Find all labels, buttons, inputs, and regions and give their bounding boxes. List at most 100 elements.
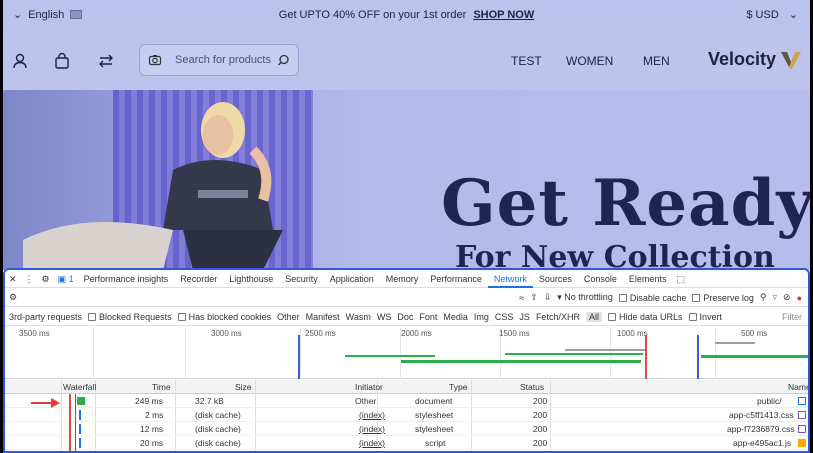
shopping-bag-icon[interactable] xyxy=(53,52,71,70)
filter-icon[interactable]: ▿ xyxy=(772,292,777,303)
table-row[interactable]: 249 ms 32.7 kB Other document 200 public… xyxy=(5,394,808,408)
cell-status: 200 xyxy=(533,438,548,448)
tab-console[interactable]: Console xyxy=(578,270,623,288)
type-filter-all[interactable]: All xyxy=(585,311,602,322)
header-time[interactable]: Time xyxy=(152,382,171,392)
camera-icon[interactable] xyxy=(148,53,162,67)
tab-elements[interactable]: Elements xyxy=(623,270,673,288)
third-party-checkbox[interactable]: 3rd-party requests xyxy=(9,312,82,322)
table-row[interactable]: 20 ms (disk cache) (index) script 200 ap… xyxy=(5,436,808,450)
cell-name[interactable]: app-c5ff1413.css xyxy=(729,410,794,420)
currency-selector[interactable]: $ USD ⌄ xyxy=(746,8,798,22)
annotation-arrow-icon xyxy=(31,398,60,408)
export-har-icon[interactable]: ⇧ xyxy=(530,292,538,303)
cell-type: stylesheet xyxy=(415,410,454,420)
type-filter-js[interactable]: JS xyxy=(519,312,530,322)
devtools-settings-icon[interactable]: ⚙ xyxy=(38,270,54,288)
hide-data-urls-checkbox[interactable]: Hide data URLs xyxy=(607,312,683,322)
cell-initiator[interactable]: (index) xyxy=(359,424,385,434)
type-filter-manifest[interactable]: Manifest xyxy=(306,312,340,322)
throttling-dropdown[interactable]: ▾ No throttling xyxy=(557,292,613,303)
tab-sources[interactable]: Sources xyxy=(533,270,578,288)
tab-performance[interactable]: Performance xyxy=(424,270,488,288)
devtools-close-icon[interactable]: ✕ xyxy=(5,270,21,288)
type-filter-font[interactable]: Font xyxy=(419,312,437,322)
cell-size: (disk cache) xyxy=(195,438,241,448)
tab-network[interactable]: Network xyxy=(487,270,533,288)
record-icon[interactable]: ● xyxy=(797,293,802,303)
table-row[interactable]: 2 ms (disk cache) (index) stylesheet 200… xyxy=(5,408,808,422)
type-filter-wasm[interactable]: Wasm xyxy=(346,312,371,322)
invert-checkbox[interactable]: Invert xyxy=(688,312,722,322)
search-icon[interactable] xyxy=(277,54,290,67)
search-icon[interactable]: ⚲ xyxy=(760,292,767,303)
preserve-log-checkbox[interactable]: Preserve log xyxy=(692,293,754,303)
nav-women[interactable]: WOMEN xyxy=(566,54,613,68)
devtools-panel: ✕ ⋮ ⚙ ▣ 1 Performance insights Recorder … xyxy=(3,268,810,453)
settings-gear-icon[interactable]: ⚙ xyxy=(9,292,17,303)
devtools-more-icon[interactable]: ⋮ xyxy=(21,270,38,288)
blocked-requests-checkbox[interactable]: Blocked Requests xyxy=(88,312,172,322)
header-type[interactable]: Type xyxy=(449,382,467,392)
promo-text: Get UPTO 40% OFF on your 1st order xyxy=(278,9,467,21)
type-filter-doc[interactable]: Doc xyxy=(397,312,413,322)
cell-name[interactable]: app-e495ac1.js xyxy=(733,438,791,448)
cell-initiator[interactable]: (index) xyxy=(359,438,385,448)
chevron-down-icon: ⌄ xyxy=(788,9,798,21)
cell-status: 200 xyxy=(533,410,548,420)
tab-recorder[interactable]: Recorder xyxy=(174,270,223,288)
network-overview-timeline: 3500 ms 3000 ms 2500 ms 2000 ms 1500 ms … xyxy=(5,327,808,379)
disable-cache-checkbox[interactable]: Disable cache xyxy=(618,293,686,303)
cell-name[interactable]: app-f7236879.css xyxy=(727,424,795,434)
header-status[interactable]: Status xyxy=(520,382,544,392)
cell-status: 200 xyxy=(533,424,548,434)
tab-security[interactable]: Security xyxy=(279,270,324,288)
site-logo[interactable]: Velocity xyxy=(708,49,802,70)
compare-arrows-icon[interactable] xyxy=(97,52,115,70)
devtools-tab-bar: ✕ ⋮ ⚙ ▣ 1 Performance insights Recorder … xyxy=(5,270,808,288)
checkbox-box xyxy=(692,293,701,302)
timeline-bar xyxy=(715,342,755,344)
tick-label: 2000 ms xyxy=(401,329,432,338)
cell-name[interactable]: public/ xyxy=(757,396,782,406)
tab-application[interactable]: Application xyxy=(324,270,380,288)
table-row[interactable]: 12 ms (disk cache) (index) stylesheet 20… xyxy=(5,422,808,436)
clear-icon[interactable]: ⊘ xyxy=(783,292,791,303)
search-input[interactable]: Search for products xyxy=(168,54,271,66)
tab-lighthouse[interactable]: Lighthouse xyxy=(223,270,279,288)
search-box[interactable]: Search for products xyxy=(139,44,299,76)
message-count-badge[interactable]: ▣ 1 xyxy=(54,270,78,288)
cell-type: document xyxy=(415,396,453,406)
tab-performance-insights[interactable]: Performance insights xyxy=(78,270,175,288)
network-toolbar: ⚙ ≈ ⇧ ⇩ ▾ No throttling Disable cache Pr… xyxy=(5,289,808,307)
logo-text: Velocity xyxy=(708,49,777,69)
nav-test[interactable]: TEST xyxy=(511,54,542,68)
cell-initiator: Other xyxy=(355,396,377,406)
site-header: Search for products TEST WOMEN MEN Veloc… xyxy=(3,30,810,90)
filter-input[interactable]: Filter xyxy=(782,312,802,322)
hero-title: Get Ready xyxy=(441,166,810,241)
header-name[interactable]: Name xyxy=(788,382,808,392)
type-filter-media[interactable]: Media xyxy=(443,312,468,322)
import-har-icon[interactable]: ⇩ xyxy=(544,292,552,303)
type-filter-other[interactable]: Other xyxy=(277,312,300,322)
tab-memory[interactable]: Memory xyxy=(380,270,425,288)
announcement-bar: ⌄ English Get UPTO 40% OFF on your 1st o… xyxy=(3,0,810,30)
type-filter-ws[interactable]: WS xyxy=(377,312,392,322)
header-size[interactable]: Size xyxy=(235,382,252,392)
blocked-cookies-checkbox[interactable]: Has blocked cookies xyxy=(177,312,271,322)
document-icon xyxy=(798,397,806,405)
nav-men[interactable]: MEN xyxy=(643,54,670,68)
shop-now-link[interactable]: SHOP NOW xyxy=(473,9,534,21)
preserve-log-label: Preserve log xyxy=(703,292,754,303)
header-initiator[interactable]: Initiator xyxy=(355,382,383,392)
cell-initiator[interactable]: (index) xyxy=(359,410,385,420)
cell-status: 200 xyxy=(533,396,548,406)
header-waterfall[interactable]: Waterfall xyxy=(63,382,96,392)
wifi-conditions-icon[interactable]: ≈ xyxy=(519,293,524,303)
user-icon[interactable] xyxy=(11,52,29,70)
type-filter-fetch-xhr[interactable]: Fetch/XHR xyxy=(536,312,580,322)
type-filter-img[interactable]: Img xyxy=(474,312,489,322)
inspect-element-icon[interactable]: ⬚ xyxy=(672,270,689,288)
type-filter-css[interactable]: CSS xyxy=(495,312,514,322)
